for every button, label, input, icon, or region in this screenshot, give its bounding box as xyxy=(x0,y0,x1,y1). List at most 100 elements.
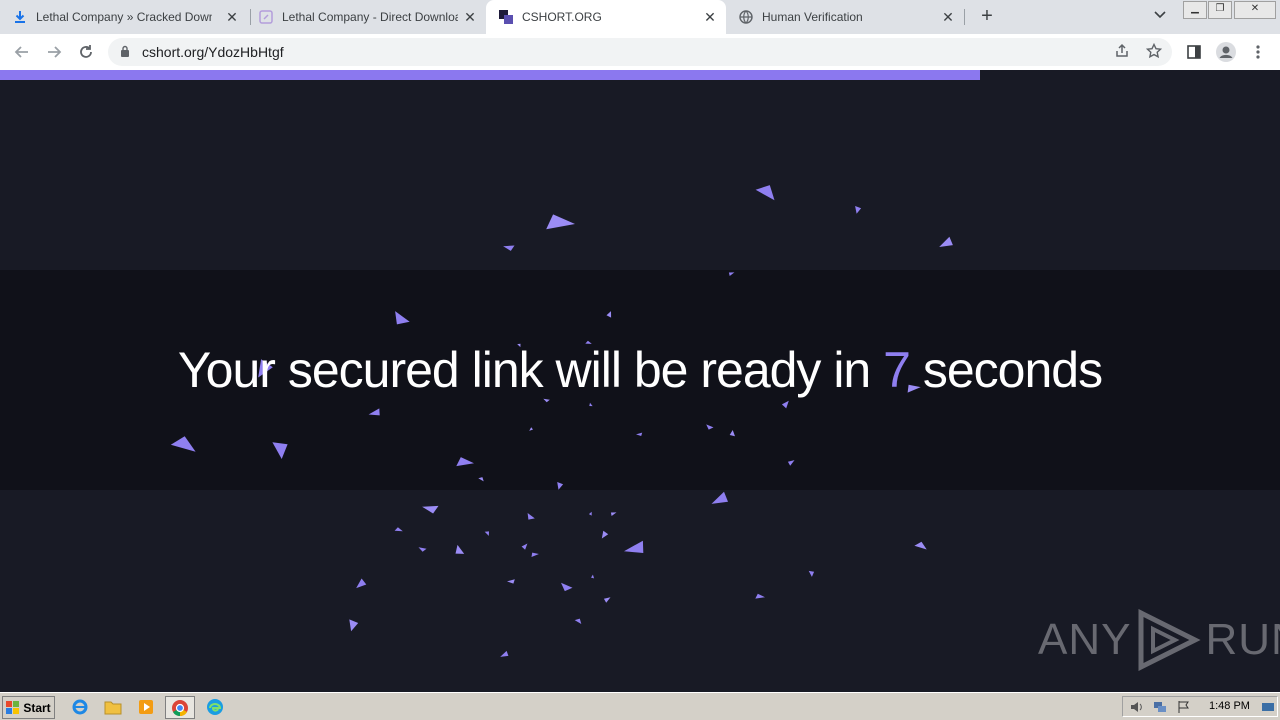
particle-shard xyxy=(781,400,789,409)
particle-shard xyxy=(914,541,927,550)
internet-explorer-icon[interactable] xyxy=(70,697,90,717)
bookmark-star-icon[interactable] xyxy=(1145,42,1163,64)
particle-shard xyxy=(170,436,196,452)
close-icon[interactable]: ✕ xyxy=(702,9,718,25)
show-desktop-icon[interactable] xyxy=(1261,700,1275,714)
reload-button[interactable] xyxy=(72,38,100,66)
particle-shard xyxy=(543,398,550,403)
particle-shard xyxy=(636,432,643,436)
address-bar[interactable]: cshort.org/YdozHbHtgf xyxy=(108,38,1172,66)
particle-shard xyxy=(529,427,533,431)
file-explorer-icon[interactable] xyxy=(103,697,123,717)
reload-icon xyxy=(80,45,92,58)
headline-suffix: seconds xyxy=(909,342,1103,398)
lock-icon[interactable] xyxy=(120,45,130,63)
particle-shard xyxy=(728,272,735,276)
volume-icon[interactable] xyxy=(1129,700,1143,714)
tab-search-chevron-icon[interactable] xyxy=(1150,8,1170,26)
avatar-icon xyxy=(1216,42,1236,62)
side-panel-button[interactable] xyxy=(1180,38,1208,66)
particle-shard xyxy=(755,185,775,201)
close-icon[interactable]: ✕ xyxy=(940,9,956,25)
particle-shard xyxy=(787,460,795,466)
menu-button[interactable] xyxy=(1244,38,1272,66)
url-text[interactable]: cshort.org/YdozHbHtgf xyxy=(142,44,284,60)
tab-lethal-cracked[interactable]: Lethal Company » Cracked Download ✕ xyxy=(12,0,248,34)
start-button[interactable]: Start xyxy=(2,696,55,719)
restore-button[interactable]: ❐ xyxy=(1208,1,1232,19)
particle-shard xyxy=(561,582,573,592)
back-arrow-icon xyxy=(14,46,28,58)
particle-shard xyxy=(591,574,595,579)
particle-shard xyxy=(395,311,410,325)
tab-title: CSHORT.ORG xyxy=(522,10,602,24)
forward-button[interactable] xyxy=(40,38,68,66)
particle-shard xyxy=(500,650,509,657)
particle-shard xyxy=(855,206,862,214)
particle-shard xyxy=(706,424,714,430)
cshort-logo-icon xyxy=(498,9,514,25)
play-triangle-icon xyxy=(1138,609,1202,671)
windows-logo-icon xyxy=(6,700,20,714)
particle-shard xyxy=(624,540,644,553)
tab-title: Lethal Company - Direct Download (F xyxy=(282,10,458,24)
particle-shard xyxy=(503,245,515,251)
edge-icon[interactable] xyxy=(205,697,225,717)
chrome-icon[interactable] xyxy=(165,696,195,719)
tab-lethal-direct[interactable]: Lethal Company - Direct Download (F ✕ xyxy=(252,0,486,34)
particle-shard xyxy=(456,457,474,467)
particle-shard xyxy=(574,618,582,624)
media-player-icon[interactable] xyxy=(136,697,156,717)
tab-human-verification[interactable]: Human Verification ✕ xyxy=(730,0,964,34)
particle-shard xyxy=(356,578,367,589)
profile-button[interactable] xyxy=(1212,38,1240,66)
new-tab-button[interactable]: + xyxy=(976,6,998,28)
kebab-menu-icon xyxy=(1256,45,1260,59)
particle-shard xyxy=(546,214,575,230)
particle-shard xyxy=(557,482,564,490)
particle-shard xyxy=(478,477,484,482)
tab-title: Human Verification xyxy=(762,10,863,24)
countdown-headline: Your secured link will be ready in 7 sec… xyxy=(0,341,1280,399)
close-icon[interactable]: ✕ xyxy=(462,9,478,25)
globe-icon xyxy=(738,9,754,25)
particle-shard xyxy=(507,579,515,584)
particle-shard xyxy=(606,311,612,318)
page-load-progress-bar xyxy=(0,70,981,80)
network-icon[interactable] xyxy=(1153,700,1167,714)
side-panel-icon xyxy=(1187,45,1201,59)
page-content: Your secured link will be ready in 7 sec… xyxy=(0,71,1280,692)
watermark-left: ANY xyxy=(1038,615,1132,664)
headline-prefix: Your secured link will be ready in xyxy=(177,342,884,398)
windows-taskbar: Start 1:48 PM xyxy=(0,692,1280,720)
system-tray: 1:48 PM xyxy=(1122,696,1278,717)
particle-shard xyxy=(531,552,539,557)
particle-shard xyxy=(394,527,403,532)
tab-cshort[interactable]: CSHORT.ORG ✕ xyxy=(486,0,726,34)
tab-separator xyxy=(964,9,965,25)
clock[interactable]: 1:48 PM xyxy=(1209,700,1250,712)
particle-shard xyxy=(603,597,611,603)
minimize-button[interactable]: ▁ xyxy=(1183,1,1207,19)
action-center-flag-icon[interactable] xyxy=(1177,700,1191,714)
particle-shard xyxy=(588,511,592,516)
countdown-number: 7 xyxy=(883,342,911,398)
particle-shard xyxy=(349,619,359,632)
download-icon xyxy=(12,9,28,25)
particle-shard xyxy=(422,505,439,514)
particle-shard xyxy=(939,236,953,247)
browser-toolbar: cshort.org/YdozHbHtgf xyxy=(0,34,1280,70)
particle-shard xyxy=(527,513,535,520)
page-icon xyxy=(258,9,274,25)
back-button[interactable] xyxy=(8,38,36,66)
watermark-right: RUN xyxy=(1205,615,1280,664)
particle-shard xyxy=(755,593,765,599)
close-icon[interactable]: ✕ xyxy=(224,9,240,25)
close-window-button[interactable]: ✕ xyxy=(1234,1,1276,19)
particle-shard xyxy=(272,442,288,459)
tab-separator xyxy=(250,9,251,25)
particle-shard xyxy=(484,531,489,536)
particle-shard xyxy=(418,547,427,552)
share-icon[interactable] xyxy=(1114,43,1130,64)
start-label: Start xyxy=(23,700,51,715)
